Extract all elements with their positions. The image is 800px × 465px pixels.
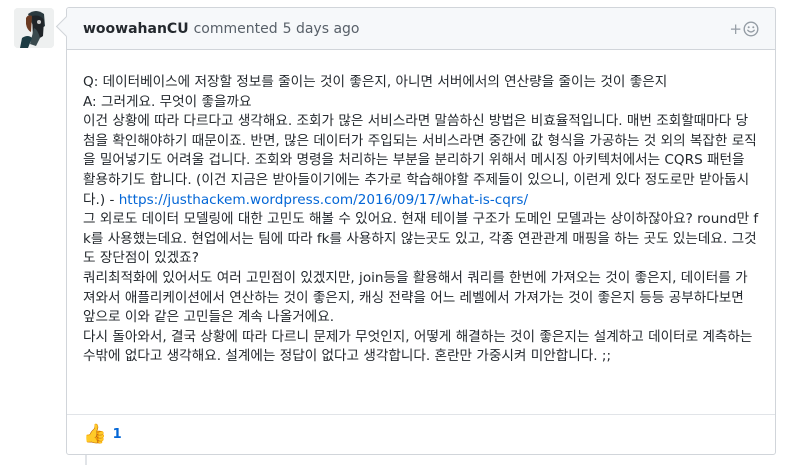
paragraph-modeling: 그 외로도 데이터 모델링에 대한 고민도 해볼 수 있어요. 현재 테이블 구… [83, 211, 759, 267]
reactions-bar: 👍 1 [67, 414, 775, 454]
add-reaction-button[interactable]: + [729, 20, 759, 38]
thumbs-up-icon: 👍 [83, 423, 107, 445]
comment-box: woowahanCU commented 5 days ago + Q: 데이터… [66, 7, 776, 455]
paragraph-conclusion: 다시 돌아와서, 결국 상황에 따라 다르니 문제가 무엇인지, 어떻게 해결하… [83, 328, 753, 365]
timeline-connector [85, 455, 87, 465]
answer-line: A: 그러게요. 무엇이 좋을까요 [83, 93, 252, 110]
author-avatar[interactable] [14, 8, 54, 48]
comment-action: commented [193, 20, 278, 37]
smiley-icon [743, 21, 759, 37]
comment-timestamp[interactable]: 5 days ago [283, 21, 360, 37]
comment-header: woowahanCU commented 5 days ago + [67, 8, 775, 50]
plus-icon: + [729, 20, 742, 38]
paragraph-query: 쿼리최적화에 있어서도 여러 고민점이 있겠지만, join등을 활용해서 쿼리… [83, 269, 748, 326]
paragraph-cqrs: 이건 상황에 따라 다르다고 생각해요. 조회가 많은 서비스라면 말씀하신 방… [83, 112, 759, 210]
cqrs-link[interactable]: https://justhackem.wordpress.com/2016/09… [119, 192, 528, 208]
comment-body: Q: 데이터베이스에 저장할 정보를 줄이는 것이 좋은지, 아니면 서버에서의… [67, 50, 775, 367]
reaction-count: 1 [112, 427, 122, 442]
author-name[interactable]: woowahanCU [83, 21, 189, 37]
avatar-image [14, 8, 54, 48]
question-line: Q: 데이터베이스에 저장할 정보를 줄이는 것이 좋은지, 아니면 서버에서의… [83, 74, 668, 90]
reaction-thumbs-up[interactable]: 👍 1 [83, 425, 122, 444]
